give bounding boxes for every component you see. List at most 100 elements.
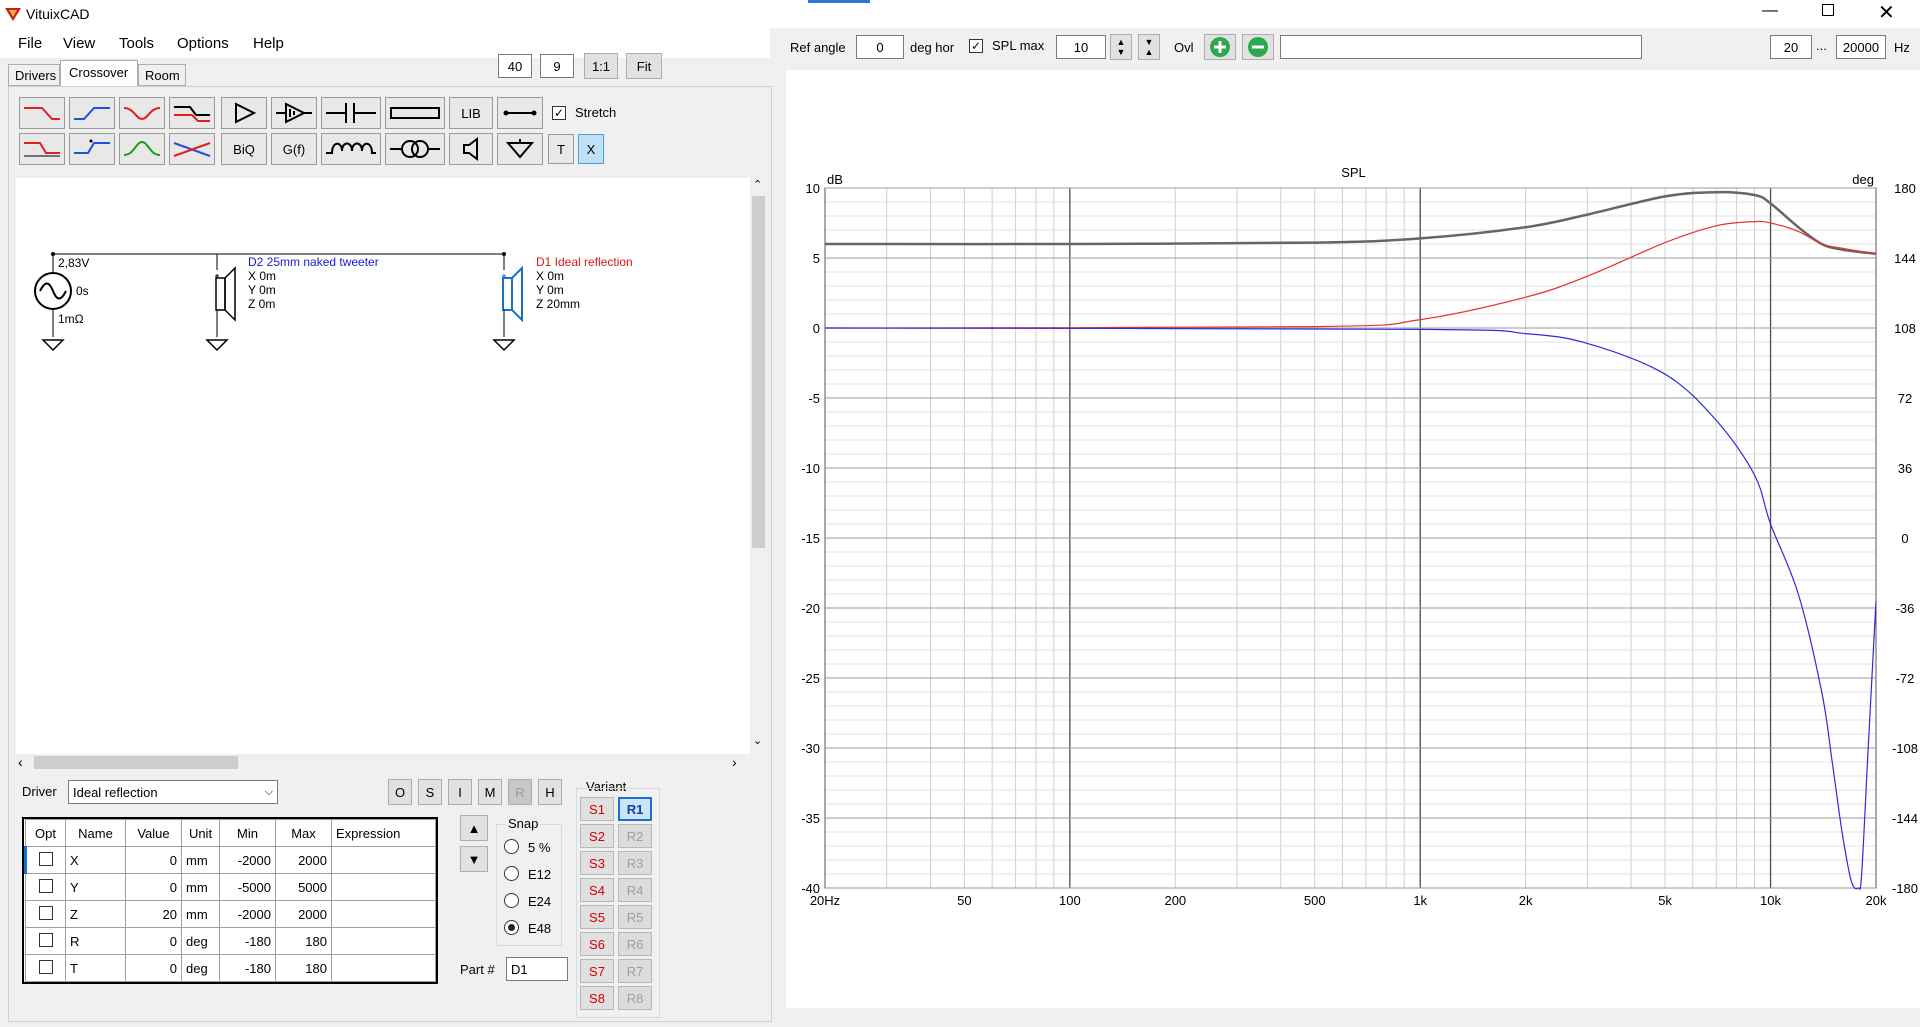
schematic-canvas[interactable]: 2,83V 0s 1mΩ D2 25mm naked tweeter X 0m … — [16, 178, 750, 754]
t-button[interactable]: T — [548, 134, 574, 164]
mode-s-button[interactable]: S — [418, 779, 442, 805]
table-row[interactable]: T 0 deg -180 180 — [25, 954, 436, 982]
param-max[interactable]: 180 — [275, 954, 332, 982]
mode-m-button[interactable]: M — [478, 779, 502, 805]
param-expression[interactable] — [331, 873, 436, 901]
param-value[interactable]: 0 — [125, 954, 182, 982]
opt-checkbox[interactable] — [38, 878, 53, 893]
capacitor-button[interactable] — [321, 97, 381, 129]
param-value[interactable]: 0 — [125, 927, 182, 955]
lowpass-button[interactable] — [19, 97, 65, 129]
variant-s8-button[interactable]: S8 — [580, 986, 614, 1010]
spl-max-checkbox[interactable]: ✓ — [969, 39, 983, 53]
scroll-up-icon[interactable]: ⌃ — [753, 178, 762, 191]
remove-overlay-button[interactable] — [1242, 34, 1274, 60]
crossover-button[interactable] — [169, 133, 215, 165]
ref-angle-input[interactable]: 0 — [856, 35, 904, 59]
opt-checkbox[interactable] — [39, 851, 53, 866]
param-value[interactable]: 20 — [125, 900, 182, 928]
freq-to-input[interactable]: 20000 — [1836, 35, 1886, 59]
variant-s6-button[interactable]: S6 — [580, 932, 614, 956]
menu-tools[interactable]: Tools — [119, 35, 154, 52]
zoom-fit-button[interactable]: Fit — [626, 53, 662, 79]
mode-h-button[interactable]: H — [538, 779, 562, 805]
restore-icon[interactable] — [1822, 4, 1834, 16]
variant-r2-button[interactable]: R2 — [618, 824, 652, 848]
inductor-button[interactable] — [321, 133, 381, 165]
param-max[interactable]: 5000 — [275, 873, 332, 901]
scroll-down-icon[interactable]: ⌄ — [753, 734, 762, 747]
menu-view[interactable]: View — [63, 35, 95, 52]
stretch-checkbox[interactable]: ✓ — [552, 106, 566, 120]
tab-drivers[interactable]: Drivers — [8, 64, 60, 86]
scroll-left-icon[interactable]: ‹ — [18, 754, 23, 770]
param-min[interactable]: -2000 — [219, 900, 276, 928]
spl-max-input[interactable]: 10 — [1056, 35, 1106, 59]
param-value[interactable]: 0 — [125, 873, 182, 901]
wire-button[interactable] — [497, 97, 543, 129]
spl-spin-button[interactable]: ▲ ▼ — [1110, 34, 1132, 60]
add-overlay-button[interactable] — [1204, 34, 1236, 60]
menu-help[interactable]: Help — [253, 35, 284, 52]
library-button[interactable]: LIB — [449, 97, 493, 129]
vscroll-thumb[interactable] — [752, 196, 765, 548]
variant-s3-button[interactable]: S3 — [580, 851, 614, 875]
peak-button[interactable] — [119, 133, 165, 165]
variant-r1-button[interactable]: R1 — [618, 797, 652, 821]
variant-r7-button[interactable]: R7 — [618, 959, 652, 983]
variant-s7-button[interactable]: S7 — [580, 959, 614, 983]
variant-s2-button[interactable]: S2 — [580, 824, 614, 848]
variant-r5-button[interactable]: R5 — [618, 905, 652, 929]
minimize-icon[interactable]: — — [1762, 2, 1778, 20]
mode-r-button[interactable]: R — [508, 779, 532, 805]
spl-range-button[interactable]: ▼ ▲ — [1138, 34, 1160, 60]
part-input[interactable]: D1 — [506, 957, 568, 981]
resistor-button[interactable] — [385, 97, 445, 129]
buffer-button[interactable] — [221, 97, 267, 129]
opt-checkbox[interactable] — [38, 905, 53, 920]
opt-checkbox[interactable] — [38, 932, 53, 947]
gf-button[interactable]: G(f) — [271, 133, 317, 165]
table-row[interactable]: R 0 deg -180 180 — [25, 927, 436, 955]
snap-e24-radio[interactable] — [504, 893, 519, 908]
freq-from-input[interactable]: 20 — [1770, 35, 1812, 59]
param-min[interactable]: -5000 — [219, 873, 276, 901]
param-max[interactable]: 2000 — [275, 846, 332, 874]
schematic-hscrollbar[interactable]: ‹ › — [16, 754, 750, 771]
move-down-button[interactable]: ▼ — [460, 846, 488, 872]
biquad-button[interactable]: BiQ — [221, 133, 267, 165]
variant-r4-button[interactable]: R4 — [618, 878, 652, 902]
transformer-button[interactable] — [385, 133, 445, 165]
highpass-alt-button[interactable] — [69, 133, 115, 165]
notch-button[interactable] — [119, 97, 165, 129]
overlay-input[interactable] — [1280, 35, 1642, 59]
table-row[interactable]: X 0 mm -2000 2000 — [24, 846, 436, 874]
param-expression[interactable] — [331, 954, 436, 982]
zoom-a-input[interactable]: 40 — [498, 54, 532, 78]
param-min[interactable]: -180 — [219, 927, 276, 955]
param-min[interactable]: -180 — [219, 954, 276, 982]
variant-s4-button[interactable]: S4 — [580, 878, 614, 902]
move-up-button[interactable]: ▲ — [460, 815, 488, 841]
snap-5-radio[interactable] — [504, 839, 519, 854]
param-max[interactable]: 2000 — [275, 900, 332, 928]
opt-checkbox[interactable] — [38, 959, 53, 974]
variant-r3-button[interactable]: R3 — [618, 851, 652, 875]
zoom-b-input[interactable]: 9 — [540, 54, 574, 78]
hscroll-thumb[interactable] — [34, 756, 238, 769]
param-value[interactable]: 0 — [125, 846, 182, 874]
amplifier-button[interactable] — [271, 97, 317, 129]
param-expression[interactable] — [331, 900, 436, 928]
schematic-vscrollbar[interactable]: ⌃ ⌄ — [750, 178, 767, 754]
highpass-button[interactable] — [69, 97, 115, 129]
param-expression[interactable] — [331, 927, 436, 955]
param-max[interactable]: 180 — [275, 927, 332, 955]
snap-e12-radio[interactable] — [504, 866, 519, 881]
lowpass-alt-button[interactable] — [19, 133, 65, 165]
snap-e48-radio[interactable] — [504, 920, 519, 935]
variant-r6-button[interactable]: R6 — [618, 932, 652, 956]
x-button[interactable]: X — [578, 134, 604, 164]
menu-options[interactable]: Options — [177, 35, 229, 52]
ground-button[interactable] — [497, 133, 543, 165]
close-icon[interactable]: ✕ — [1878, 0, 1895, 25]
